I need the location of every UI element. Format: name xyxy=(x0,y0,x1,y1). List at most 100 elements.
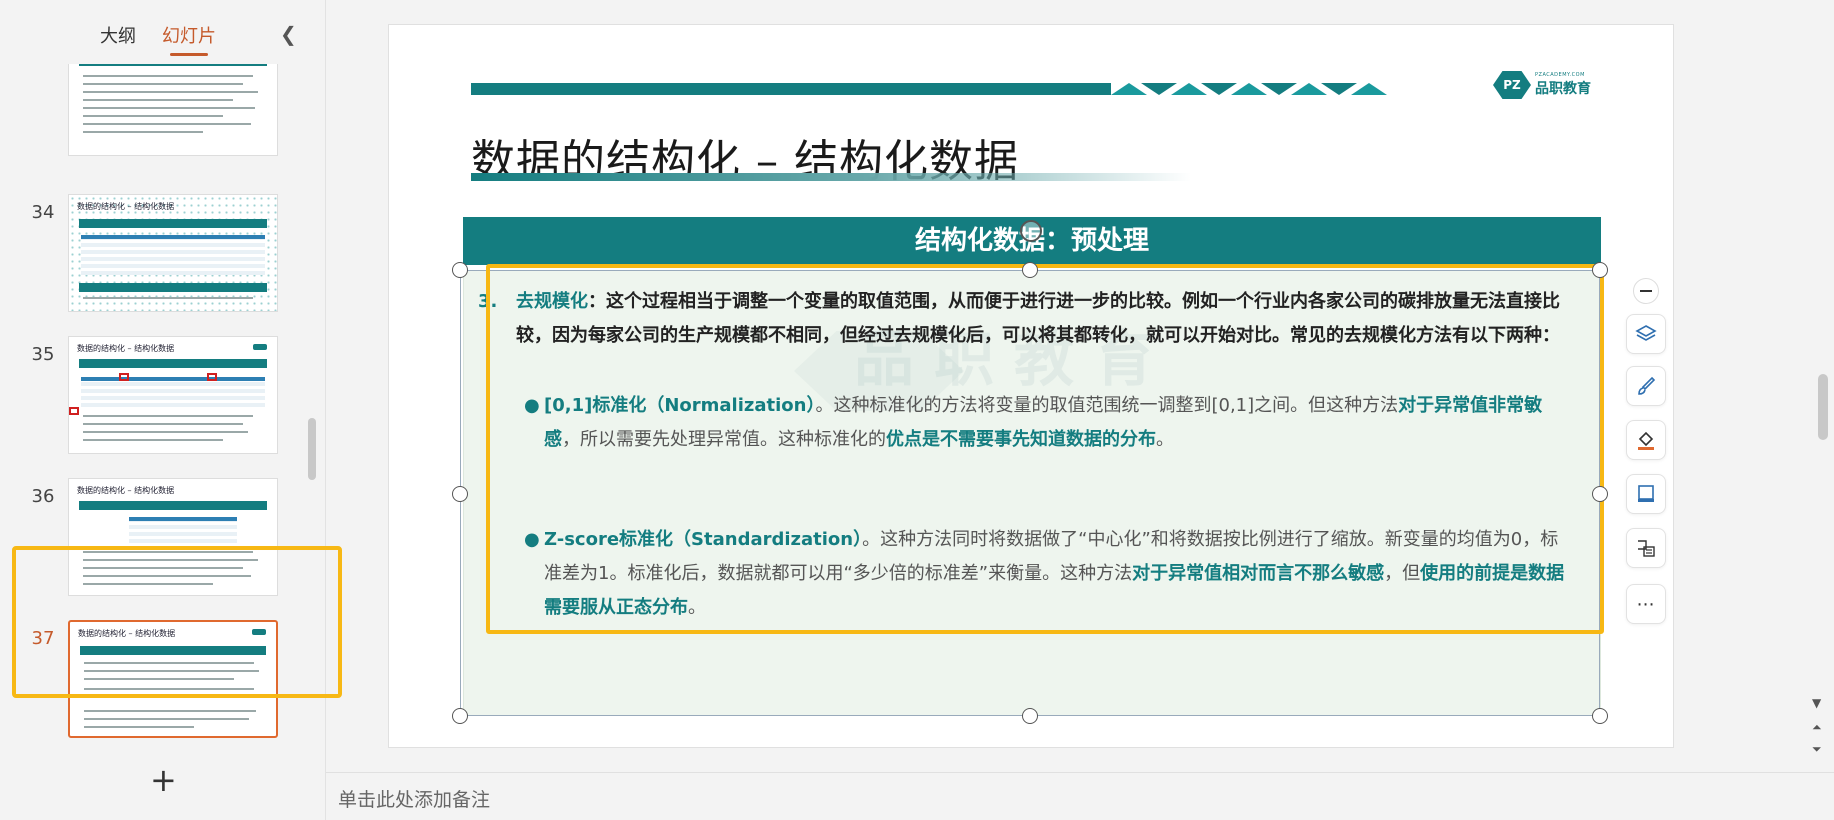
brush-button[interactable] xyxy=(1626,366,1666,406)
thumbnail-text-line xyxy=(84,726,194,728)
thumbnail-section-band xyxy=(79,283,267,292)
slide-thumbnail[interactable]: 数据的结构化 – 结构化数据 xyxy=(68,336,278,454)
bullet-highlight: 优点是不需要事先知道数据的分布 xyxy=(886,429,1156,450)
content-box[interactable]: 品职教育 3. 去规模化：这个过程相当于调整一个变量的取值范围，从而便于进行进一… xyxy=(463,270,1601,716)
panel-scrollbar[interactable] xyxy=(308,418,316,480)
chevron-left-icon[interactable]: ❮ xyxy=(280,22,297,46)
thumbnail-text-line xyxy=(83,439,223,441)
more-button[interactable]: ⋯ xyxy=(1626,584,1666,624)
thumbnail-text-line xyxy=(83,551,253,553)
fill-button[interactable] xyxy=(1626,420,1666,460)
item-number: 3. xyxy=(478,291,498,312)
resize-handle[interactable] xyxy=(452,708,468,724)
frame-icon xyxy=(1638,485,1654,502)
thumbnail-highlight-mark xyxy=(69,407,79,415)
item-paragraph[interactable]: 3. 去规模化：这个过程相当于调整一个变量的取值范围，从而便于进行进一步的比较。… xyxy=(478,285,1576,353)
thumbnail-text-line xyxy=(83,297,253,299)
notes-bar[interactable]: 单击此处添加备注 xyxy=(326,772,1834,820)
tab-outline[interactable]: 大纲 xyxy=(100,22,136,56)
logo-mark: PZ xyxy=(1493,71,1531,99)
minus-icon xyxy=(1640,290,1652,292)
notes-placeholder[interactable]: 单击此处添加备注 xyxy=(338,785,490,812)
header-band-decoration xyxy=(1351,83,1387,95)
resize-handle[interactable] xyxy=(1022,708,1038,724)
slide-thumbnail[interactable] xyxy=(68,64,278,156)
thumbnail-table xyxy=(129,517,237,543)
thumbnail-section-band xyxy=(79,64,267,66)
thumbnail-text-line xyxy=(83,83,243,85)
scroll-down-icon[interactable]: ▼ xyxy=(1812,696,1821,710)
resize-handle[interactable] xyxy=(1592,486,1608,502)
bullet-dot-icon: ● xyxy=(524,395,540,416)
bullet-lead: Z-score标准化（Standardization） xyxy=(544,529,863,550)
thumbnail-highlight-mark xyxy=(119,373,129,381)
plus-icon[interactable]: + xyxy=(150,764,177,796)
previous-slide-icon[interactable]: ⏶ xyxy=(1812,720,1822,735)
bullet-lead: [0,1]标准化（Normalization） xyxy=(544,395,816,416)
slide-scrollbar[interactable] xyxy=(1818,374,1828,440)
bullet-standardization[interactable]: ● Z-score标准化（Standardization）。这种方法同时将数据做… xyxy=(524,523,1576,625)
thumbnail-text-line xyxy=(84,662,254,664)
thumbnail-text-line xyxy=(83,91,258,93)
thumbnail-text-line xyxy=(83,567,243,569)
brush-icon xyxy=(1638,376,1656,395)
thumbnail-logo xyxy=(253,344,267,350)
slide-number: 37 xyxy=(31,628,55,649)
slide-thumbnail-current[interactable]: 数据的结构化 – 结构化数据 xyxy=(68,620,278,738)
bullet-text: 。这种标准化的方法将变量的取值范围统一调整到[0,1]之间。但这种方法 xyxy=(815,395,1399,416)
thumbnail-table xyxy=(81,235,265,275)
next-slide-icon[interactable]: ⏷ xyxy=(1812,742,1822,757)
thumbnail-text-line xyxy=(83,123,251,125)
thumbnail-text-line xyxy=(83,75,253,77)
thumbnail-text-line xyxy=(83,415,253,417)
resize-handle[interactable] xyxy=(452,262,468,278)
thumbnail-text-line xyxy=(84,710,256,712)
layers-button[interactable] xyxy=(1626,314,1666,354)
thumbnail-list[interactable]: 34 数据的结构化 – 结构化数据 35 数据的结构化 – 结构化数据 36 数… xyxy=(0,64,310,764)
resize-handle[interactable] xyxy=(1592,262,1608,278)
notes-list-icon xyxy=(1638,540,1655,557)
thumbnail-text-line xyxy=(84,718,249,720)
item-term: 去规模化 xyxy=(516,291,588,312)
thumbnail-section-band xyxy=(79,359,267,368)
thumbnail-section-band xyxy=(80,646,266,655)
bullet-highlight: 对于异常值相对而言不那么敏感 xyxy=(1132,563,1385,584)
slide-number: 34 xyxy=(31,202,55,223)
slide-thumbnail[interactable]: 数据的结构化 – 结构化数据 xyxy=(68,478,278,596)
thumbnail-highlight-mark xyxy=(207,373,217,381)
rotate-handle-icon[interactable] xyxy=(1020,220,1042,242)
slide-thumbnail[interactable]: 数据的结构化 – 结构化数据 xyxy=(68,194,278,312)
thumbnail-text-line xyxy=(83,423,243,425)
thumbnail-section-band xyxy=(79,501,267,510)
thumbnail-text-line xyxy=(83,131,203,133)
thumbnail-text-line xyxy=(83,115,223,117)
thumbnail-text-line xyxy=(84,678,234,680)
thumbnail-text-line xyxy=(83,431,248,433)
brand-logo: PZ PZACADEMY.COM 品职教育 xyxy=(1493,71,1591,99)
item-text: ：这个过程相当于调整一个变量的取值范围，从而便于进行进一步的比较。例如一个行业内… xyxy=(516,291,1560,346)
bullet-normalization[interactable]: ● [0,1]标准化（Normalization）。这种标准化的方法将变量的取值… xyxy=(524,389,1576,457)
resize-handle[interactable] xyxy=(1022,262,1038,278)
resize-handle[interactable] xyxy=(1592,708,1608,724)
panel-tabs: 大纲 幻灯片 xyxy=(100,22,216,56)
title-underline xyxy=(471,173,1191,181)
slide-canvas[interactable]: PZ PZACADEMY.COM 品职教育 数据的结构化 – 结构化数据 结构化… xyxy=(388,24,1674,748)
notes-list-button[interactable] xyxy=(1626,528,1666,568)
thumbnail-title: 数据的结构化 – 结构化数据 xyxy=(77,344,175,353)
logo-name: 品职教育 xyxy=(1535,81,1591,97)
slide-number: 36 xyxy=(31,486,55,507)
fill-icon xyxy=(1638,431,1654,450)
resize-handle[interactable] xyxy=(452,486,468,502)
frame-button[interactable] xyxy=(1626,474,1666,514)
header-band xyxy=(471,83,1111,95)
collapse-toolbar-button[interactable] xyxy=(1633,278,1659,304)
more-icon: ⋯ xyxy=(1636,593,1656,615)
tab-slides[interactable]: 幻灯片 xyxy=(162,22,216,56)
slide-number: 35 xyxy=(31,344,55,365)
bullet-text: ，所以需要先处理异常值。这种标准化的 xyxy=(562,429,886,450)
thumbnail-title: 数据的结构化 – 结构化数据 xyxy=(78,629,176,638)
thumbnail-table xyxy=(81,377,265,407)
bullet-text: 。 xyxy=(1156,429,1174,450)
thumbnail-text-line xyxy=(84,696,204,698)
thumbnail-title: 数据的结构化 – 结构化数据 xyxy=(77,202,175,211)
